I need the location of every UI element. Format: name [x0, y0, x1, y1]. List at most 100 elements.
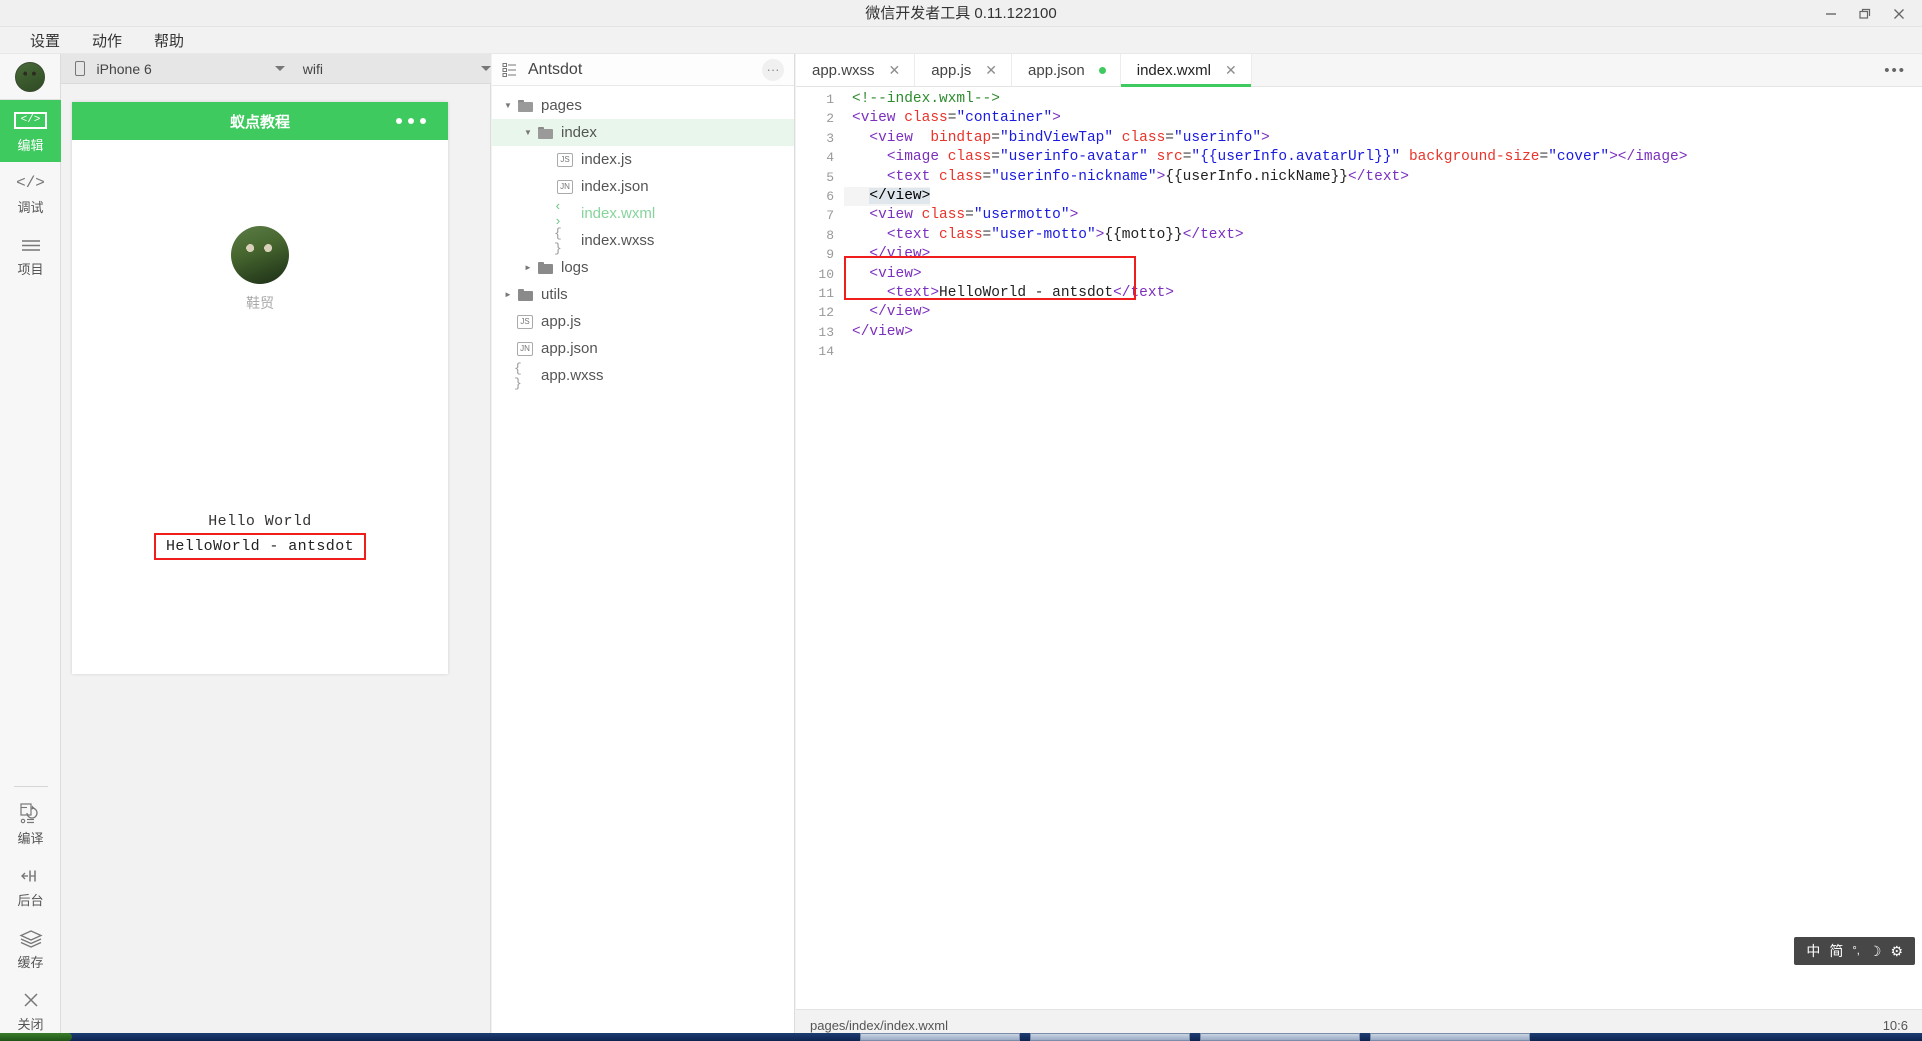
code-lines: 1 <!--index.wxml--> 2 <view class="containe…: [796, 87, 1922, 361]
taskbar-button[interactable]: [1200, 1033, 1360, 1041]
tree-node-index-js[interactable]: JS index.js: [492, 146, 794, 173]
tree-node-index[interactable]: ▼ index: [492, 119, 794, 146]
braces-icon: { }: [554, 225, 562, 256]
sidebar-item-close[interactable]: 关闭: [0, 979, 61, 1041]
code-line: 1 <!--index.wxml-->: [796, 90, 1922, 109]
token-str: "container": [956, 110, 1053, 127]
token-punc: =: [982, 226, 992, 243]
sidebar-item-background[interactable]: 后台: [0, 855, 61, 917]
token-attr: class: [939, 168, 983, 185]
tab-close-icon[interactable]: ✕: [889, 62, 901, 79]
tab-app-wxss[interactable]: app.wxss ✕: [796, 54, 916, 86]
project-name: Antsdot: [528, 60, 583, 78]
tab-app-js[interactable]: app.js ✕: [915, 54, 1013, 86]
sidebar-item-compile[interactable]: 编译: [0, 793, 61, 855]
line-number: 14: [818, 344, 834, 360]
token-tag: <text: [886, 226, 940, 243]
token-attr: background-size: [1408, 149, 1540, 166]
sidebar-item-debug[interactable]: </> 调试: [0, 162, 61, 224]
code-line: 7 <view class="usermotto">: [796, 206, 1922, 225]
token-cmt: <!--index.wxml-->: [852, 91, 1000, 107]
userinfo-block[interactable]: 鞋贸: [72, 140, 448, 313]
tree-node-index-wxml[interactable]: ‹ › index.wxml: [492, 199, 794, 229]
network-select[interactable]: wifi: [303, 54, 491, 84]
tree-node-app-json[interactable]: JN app.json: [492, 335, 794, 362]
tab-close-icon[interactable]: ✕: [1225, 62, 1237, 79]
tree-node-app-wxss[interactable]: { } app.wxss: [492, 361, 794, 391]
tab-app-json[interactable]: app.json: [1012, 54, 1121, 86]
token-tag: </text>: [1182, 226, 1244, 243]
ime-punctuation-toggle[interactable]: °,: [1852, 945, 1859, 957]
code-line-text: <view>: [844, 265, 921, 284]
token-tag: <image: [886, 149, 948, 166]
ime-mode-toggle[interactable]: 简: [1829, 941, 1843, 961]
tab-close-icon[interactable]: ✕: [985, 62, 997, 79]
tree-node-index-json[interactable]: JN index.json: [492, 173, 794, 200]
code-line: 3 <view bindtap="bindViewTap" class="use…: [796, 129, 1922, 148]
token-attr: class: [904, 110, 948, 127]
taskbar-button[interactable]: [1030, 1033, 1190, 1041]
editor-more-button[interactable]: •••: [1868, 54, 1922, 86]
menu-bar: 设置 动作 帮助: [0, 27, 1922, 54]
line-number: 6: [826, 188, 834, 204]
tab-index-wxml[interactable]: index.wxml ✕: [1120, 54, 1252, 87]
file-tree-more-button[interactable]: ···: [762, 58, 784, 81]
taskbar-button[interactable]: [860, 1033, 1020, 1041]
phone-menu-dots-icon[interactable]: [396, 118, 426, 124]
highlight-box-simulator: HelloWorld - antsdot: [153, 533, 367, 560]
gear-icon[interactable]: ⚙: [1890, 943, 1903, 960]
chevron-right-icon[interactable]: ►: [502, 290, 514, 299]
code-line-text: </view>: [844, 323, 913, 342]
code-area[interactable]: 1 <!--index.wxml--> 2 <view class="containe…: [796, 87, 1922, 1009]
sidebar-item-project[interactable]: 项目: [0, 224, 61, 286]
taskbar-button[interactable]: [1370, 1033, 1530, 1041]
sidebar-item-edit[interactable]: </> 编辑: [0, 100, 61, 162]
tab-modified-dot: [1098, 66, 1106, 74]
folder-open-icon: [534, 126, 556, 139]
tree-node-index-wxss[interactable]: { } index.wxss: [492, 225, 794, 256]
menu-help[interactable]: 帮助: [142, 27, 196, 54]
chevron-down-icon[interactable]: ▼: [502, 101, 514, 110]
sidebar-item-cache[interactable]: 缓存: [0, 917, 61, 979]
ime-toolbar[interactable]: 中 简 °, ☽ ⚙: [1794, 937, 1915, 965]
maximize-restore-button[interactable]: [1848, 0, 1882, 27]
close-button[interactable]: [1882, 0, 1916, 27]
sidebar-item-compile-label: 编译: [17, 830, 44, 846]
token-tag: <view: [852, 110, 905, 127]
tree-node-label: index: [561, 124, 597, 141]
code-line-text: <!--index.wxml-->: [844, 90, 1000, 109]
line-number: 10: [818, 266, 834, 282]
code-line: 4 <image class="userinfo-avatar" src="{{…: [796, 148, 1922, 167]
chevron-down-icon[interactable]: ▼: [522, 128, 534, 137]
token-punc: [852, 266, 869, 282]
line-number: 1: [826, 92, 834, 107]
tree-node-label: utils: [541, 286, 568, 303]
chevron-right-icon[interactable]: ►: [522, 263, 534, 272]
tree-node-utils[interactable]: ► utils: [492, 281, 794, 308]
token-tag: </view>: [869, 246, 931, 263]
device-select[interactable]: iPhone 6: [97, 54, 285, 84]
user-avatar-button[interactable]: [0, 54, 60, 100]
project-tree-icon: [502, 62, 518, 78]
tree-node-app-js[interactable]: JS app.js: [492, 308, 794, 335]
minimize-button[interactable]: [1814, 0, 1848, 27]
menu-actions[interactable]: 动作: [80, 27, 134, 54]
tree-node-pages[interactable]: ▼ pages: [492, 92, 794, 119]
code-line: 11 <text>HelloWorld - antsdot</text>: [796, 284, 1922, 303]
token-str: "userinfo-avatar": [999, 149, 1148, 166]
menu-settings[interactable]: 设置: [18, 27, 72, 54]
wechat-devtools-window: 微信开发者工具 0.11.122100 设置 动作 帮助 </> 编辑 </> …: [0, 0, 1922, 1041]
network-select-value: wifi: [302, 60, 323, 77]
token-str: "userinfo-nickname": [991, 168, 1157, 185]
ime-language-toggle[interactable]: 中: [1806, 941, 1820, 961]
tree-node-logs[interactable]: ► logs: [492, 254, 794, 281]
start-button[interactable]: [0, 1033, 72, 1041]
moon-icon[interactable]: ☽: [1869, 943, 1882, 960]
phone-simulator[interactable]: 蚁点教程 鞋贸 Hello World HelloWorld - antsdot: [72, 102, 448, 674]
token-punc: =: [1165, 129, 1174, 146]
token-punc: [852, 304, 869, 320]
device-select-value: iPhone 6: [96, 60, 152, 77]
folder-closed-icon: [514, 288, 536, 301]
line-number: 3: [826, 130, 834, 146]
